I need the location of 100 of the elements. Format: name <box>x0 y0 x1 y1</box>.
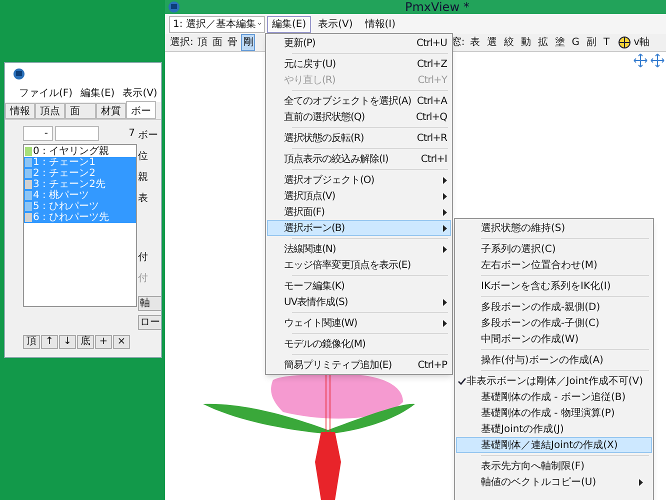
menu-item[interactable]: 更新(P) Ctrl+U <box>267 35 451 51</box>
bone-name: 5 : ひれパーツ <box>33 201 100 212</box>
menu-item[interactable]: 編集(E) <box>267 16 312 32</box>
list-button[interactable]: ↑ <box>41 335 58 349</box>
menu-item[interactable]: ファイル(F) <box>19 86 73 101</box>
field-label: 付 <box>138 251 149 265</box>
menu-item[interactable]: 表示(V) <box>122 86 158 101</box>
menu-item-label: UV表情作成(S) <box>284 296 348 310</box>
menu-item[interactable]: 多段ボーンの作成-子側(C) <box>456 315 652 331</box>
side-button[interactable]: 軸 <box>138 296 161 311</box>
toolbar-button[interactable]: 表 <box>468 35 482 50</box>
chevron-down-icon <box>258 22 261 26</box>
toolbar-button[interactable]: G <box>570 35 582 50</box>
toolbar-button[interactable]: 面 <box>211 35 224 50</box>
menu-item[interactable]: 基礎剛体／連結Jointの作成(X) <box>456 437 652 453</box>
window-title: PmxView * <box>405 0 470 14</box>
menu-item-label: 基礎Jointの作成(J) <box>481 422 564 436</box>
menu-item-label: 直前の選択状態(Q) <box>284 110 365 124</box>
tab[interactable]: 面 <box>65 103 96 119</box>
menu-item[interactable]: 軸値のベクトルコピー(U) <box>456 474 652 490</box>
menu-item-label: 表示先方向へ軸制限(F) <box>481 460 585 474</box>
toolbar-button[interactable]: T <box>602 35 612 50</box>
list-button[interactable]: 頂 <box>23 335 40 349</box>
toolbar-button[interactable]: 副 <box>584 35 598 50</box>
shortcut-label: Ctrl+U <box>416 36 447 50</box>
move-arrows-icon[interactable] <box>633 53 648 68</box>
tab[interactable]: 材質 <box>96 103 126 119</box>
toolbar-label: 選択: <box>170 36 194 50</box>
toolbar-button[interactable]: v軸 <box>634 35 650 50</box>
list-button[interactable]: ↓ <box>59 335 76 349</box>
menu-item[interactable]: 情報(I) <box>360 16 401 32</box>
list-button[interactable]: 底 <box>77 335 94 349</box>
menu-item[interactable]: 操作(付与)ボーンの作成(A) <box>456 352 652 368</box>
menu-item[interactable]: 選択面(F) <box>267 204 451 220</box>
crosshair-circle-icon[interactable] <box>618 36 631 49</box>
menu-item[interactable]: 中間ボーンの作成(W) <box>456 331 652 347</box>
toolbar-button[interactable]: 剛 <box>241 34 256 51</box>
menu-item-label: 子系列の選択(C) <box>481 242 556 256</box>
menu-item[interactable]: 選択オブジェクト(O) <box>267 172 451 188</box>
menu-item[interactable]: 左右ボーン位置合わせ(M) <box>456 257 652 273</box>
menu-item[interactable]: 表示先方向へ軸制限(F) <box>456 458 652 474</box>
shortcut-label: Ctrl+I <box>420 152 447 166</box>
menu-item[interactable]: IKボーンを含む系列をIK化(I) <box>456 278 652 294</box>
menu-item[interactable]: 子系列の選択(C) <box>456 241 652 257</box>
menu-item[interactable]: 選択状態の反転(R) Ctrl+R <box>267 130 451 146</box>
menu-item-label: 左右ボーン位置合わせ(M) <box>481 258 598 272</box>
tab[interactable]: 頂点 <box>35 103 65 119</box>
menu-item[interactable]: モデルの鏡像化(M) <box>267 336 451 352</box>
menu-item-label: モデルの鏡像化(M) <box>284 338 366 352</box>
menu-item[interactable]: 選択状態の維持(S) <box>456 220 652 236</box>
menu-item-label: 基礎剛体／連結Jointの作成(X) <box>481 438 618 452</box>
tab[interactable]: ボー <box>126 101 156 119</box>
menu-item[interactable]: エッジ倍率変更頂点を表示(E) <box>267 257 451 273</box>
app-icon <box>168 1 180 13</box>
shortcut-label: Ctrl+Z <box>416 58 447 72</box>
menu-item-label: 多段ボーンの作成-子側(C) <box>481 316 600 330</box>
menu-item[interactable]: 頂点表示の絞込み解除(I) Ctrl+I <box>267 151 451 167</box>
toolbar-button[interactable]: 選 <box>484 35 499 50</box>
menu-item[interactable]: UV表情作成(S) <box>267 294 451 310</box>
side-button[interactable]: ロー <box>138 315 161 330</box>
menu-item-label: 簡易プリミティブ追加(E) <box>284 358 392 372</box>
submenu-arrow-icon <box>443 246 447 252</box>
bone-name: 2 : チェーン2 <box>33 168 96 179</box>
menu-item[interactable]: 直前の選択状態(Q) Ctrl+Q <box>267 109 451 125</box>
menu-item[interactable]: 非表示ボーンは剛体／Joint作成不可(V) <box>456 373 652 389</box>
menu-item[interactable]: 基礎Jointの作成(J) <box>456 421 652 437</box>
menu-item[interactable]: 基礎剛体の作成 - 物理演算(P) <box>456 405 652 421</box>
mode-dropdown[interactable]: 1: 選択／基本編集 <box>169 16 265 32</box>
menu-item[interactable]: 元に戻す(U) Ctrl+Z <box>267 56 451 72</box>
list-button[interactable]: + <box>95 335 112 349</box>
tab[interactable]: 情報 <box>5 103 35 119</box>
bone-name: 3 : チェーン2先 <box>33 179 106 190</box>
menu-item-label: 法線関連(N) <box>284 242 336 256</box>
menu-item[interactable]: ウェイト関連(W) <box>267 315 451 331</box>
toolbar-button[interactable]: 絞 <box>502 35 516 50</box>
toolbar-button[interactable]: 拡 <box>536 35 550 50</box>
list-button[interactable]: × <box>113 335 130 349</box>
menu-item-label: 非表示ボーンは剛体／Joint作成不可(V) <box>466 374 643 388</box>
menu-item[interactable]: モーフ編集(K) <box>267 278 451 294</box>
menu-item-label: ウェイト関連(W) <box>284 316 358 330</box>
menu-item[interactable]: 選択頂点(V) <box>267 188 451 204</box>
menu-item[interactable]: 多段ボーンの作成-親側(D) <box>456 299 652 315</box>
toolbar-button[interactable]: 骨 <box>226 35 238 50</box>
menu-item[interactable]: 簡易プリミティブ追加(E) Ctrl+P <box>267 357 451 373</box>
menu-item[interactable]: 全てのオブジェクトを選択(A) Ctrl+A <box>267 93 451 109</box>
menu-item-label: 軸値のベクトルコピー(U) <box>481 476 596 490</box>
toolbar-button[interactable]: 頂 <box>196 35 208 50</box>
range-from-field[interactable]: - <box>23 126 53 140</box>
menu-item[interactable]: 選択ボーン(B) <box>267 220 451 236</box>
menu-item[interactable]: 表示(V) <box>313 16 358 32</box>
toolbar-button[interactable]: 塗 <box>552 35 567 50</box>
menu-item-label: モーフ編集(K) <box>284 280 344 294</box>
range-to-field[interactable] <box>55 126 99 140</box>
menu-item[interactable]: 編集(E) <box>80 86 115 101</box>
move-arrows-icon[interactable] <box>650 53 665 68</box>
toolbar-button[interactable]: 動 <box>518 35 533 50</box>
menu-item[interactable]: 基礎剛体の作成 - ボーン追従(B) <box>456 389 652 405</box>
menu-item[interactable]: 法線関連(N) <box>267 241 451 257</box>
menu-item-label: やり直し(R) <box>284 74 336 88</box>
bone-list-item[interactable]: 0 : イヤリング親 <box>24 146 136 157</box>
